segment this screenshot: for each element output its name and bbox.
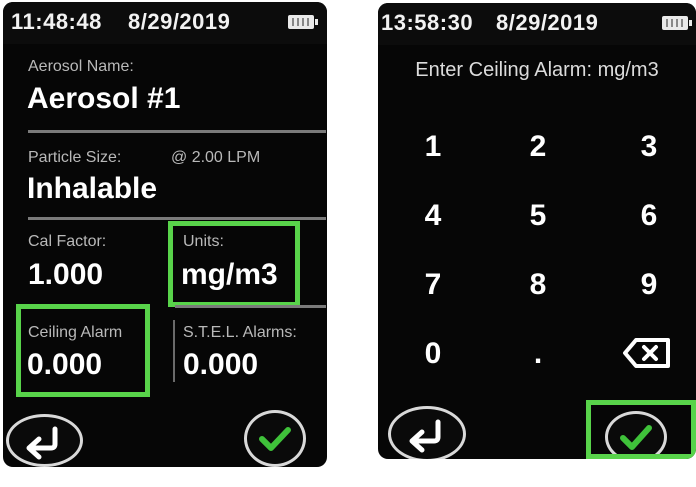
backspace-icon: [623, 338, 670, 368]
key-5[interactable]: 5: [508, 199, 568, 233]
stel-alarms-value: 0.000: [183, 348, 259, 381]
key-3[interactable]: 3: [619, 130, 679, 164]
aerosol-name-value: Aerosol #1: [27, 82, 181, 115]
confirm-highlight-box: [586, 400, 696, 459]
key-7[interactable]: 7: [403, 268, 463, 302]
battery-icon: [288, 15, 318, 29]
cal-factor-value: 1.000: [28, 258, 104, 291]
status-bar: 11:48:48 8/29/2019: [3, 2, 327, 44]
return-arrow-icon: [26, 426, 58, 460]
confirm-button[interactable]: [244, 410, 306, 467]
ceiling-alarm-highlight-box: [16, 304, 150, 397]
key-9[interactable]: 9: [619, 268, 679, 302]
key-2[interactable]: 2: [508, 130, 568, 164]
battery-icon: [662, 16, 692, 30]
particle-size-value: Inhalable: [27, 172, 158, 205]
stel-alarms-label: S.T.E.L. Alarms:: [183, 324, 297, 341]
settings-screen: 11:48:48 8/29/2019 Aerosol Name: Aerosol…: [3, 2, 327, 467]
key-4[interactable]: 4: [403, 199, 463, 233]
key-decimal[interactable]: .: [508, 337, 568, 371]
key-6[interactable]: 6: [619, 199, 679, 233]
cal-factor-label: Cal Factor:: [28, 233, 107, 250]
status-time: 11:48:48: [11, 9, 102, 34]
status-date: 8/29/2019: [496, 10, 599, 35]
divider: [28, 130, 326, 133]
aerosol-name-label: Aerosol Name:: [28, 58, 134, 75]
entry-prompt: Enter Ceiling Alarm: mg/m3: [415, 59, 659, 81]
key-0[interactable]: 0: [403, 337, 463, 371]
keypad-screen: 13:58:30 8/29/2019 Enter Ceiling Alarm: …: [378, 3, 696, 459]
particle-size-label: Particle Size:: [28, 149, 122, 166]
units-highlight-box: [168, 221, 300, 307]
checkmark-icon: [259, 427, 291, 451]
flow-rate-label: @ 2.00 LPM: [171, 149, 261, 166]
status-time: 13:58:30: [381, 10, 474, 35]
back-button[interactable]: [6, 414, 83, 467]
status-bar: 13:58:30 8/29/2019: [378, 3, 696, 45]
return-arrow-icon: [409, 419, 441, 453]
divider: [28, 217, 326, 220]
key-1[interactable]: 1: [403, 130, 463, 164]
divider: [173, 320, 175, 382]
backspace-button[interactable]: [622, 337, 672, 374]
divider: [175, 305, 326, 308]
status-date: 8/29/2019: [128, 9, 231, 34]
back-button[interactable]: [388, 406, 466, 459]
key-8[interactable]: 8: [508, 268, 568, 302]
